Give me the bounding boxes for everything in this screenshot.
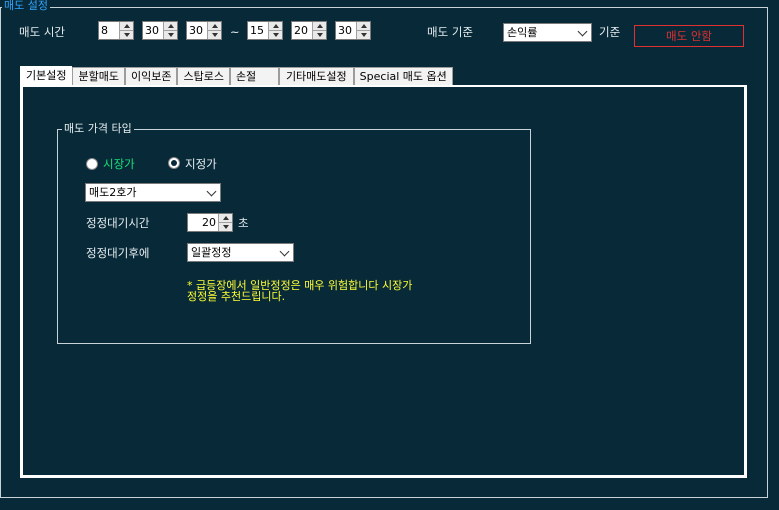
start-minute-spinner[interactable]: 30	[142, 21, 178, 40]
limit-price-label[interactable]: 지정가	[185, 157, 217, 171]
sell-criteria-select[interactable]: 손익률	[503, 23, 592, 42]
market-price-radio[interactable]	[86, 158, 98, 170]
correction-wait-spinner[interactable]: 20	[187, 213, 233, 232]
end-hour-spinner[interactable]: 15	[247, 21, 283, 40]
sell-settings-legend: 매도 설정	[2, 0, 50, 12]
warning-note-line-2: 정정을 추천드립니다.	[187, 290, 286, 303]
start-hour-spinner[interactable]: 8	[98, 21, 134, 40]
tab-special-sell-options[interactable]: Special 매도 옵션	[353, 67, 453, 86]
correction-wait-label: 정정대기시간	[86, 216, 150, 230]
spin-up-icon[interactable]	[208, 22, 221, 31]
start-minute-value[interactable]: 30	[143, 22, 163, 39]
spin-down-icon[interactable]	[313, 31, 326, 39]
settings-tabs: 기본설정 분할매도 이익보존 스탑로스 손절 기타매도설정 Special 매도…	[20, 66, 453, 86]
tab-profit-preserve[interactable]: 이익보존	[124, 67, 178, 86]
end-minute-value[interactable]: 20	[292, 22, 312, 39]
spin-down-icon[interactable]	[357, 31, 370, 39]
start-second-value[interactable]: 30	[187, 22, 207, 39]
start-hour-value[interactable]: 8	[99, 22, 119, 39]
spin-down-icon[interactable]	[269, 31, 282, 39]
end-minute-spinner[interactable]: 20	[291, 21, 327, 40]
tab-split-sell[interactable]: 분할매도	[72, 67, 125, 86]
spin-down-icon[interactable]	[219, 223, 232, 231]
limit-price-radio[interactable]	[168, 157, 180, 169]
end-hour-value[interactable]: 15	[248, 22, 268, 39]
sell-criteria-value: 손익률	[507, 26, 538, 39]
tab-other-sell-settings[interactable]: 기타매도설정	[278, 67, 354, 86]
tab-stop-loss[interactable]: 스탑로스	[177, 67, 230, 86]
after-wait-value: 일괄정정	[191, 246, 232, 259]
spin-up-icon[interactable]	[269, 22, 282, 31]
sell-criteria-label: 매도 기준	[427, 25, 473, 39]
price-level-select[interactable]: 매도2호가	[85, 183, 221, 202]
chevron-down-icon[interactable]	[206, 186, 217, 197]
spin-down-icon[interactable]	[208, 31, 221, 39]
end-second-value[interactable]: 30	[336, 22, 356, 39]
after-wait-select[interactable]: 일괄정정	[187, 243, 294, 262]
chevron-down-icon[interactable]	[577, 26, 588, 37]
chevron-down-icon[interactable]	[279, 246, 290, 257]
price-level-value: 매도2호가	[89, 186, 137, 199]
spin-up-icon[interactable]	[164, 22, 177, 31]
time-separator: ~	[230, 25, 240, 39]
correction-wait-unit: 초	[238, 216, 249, 230]
tab-cut-loss[interactable]: 손절	[229, 67, 279, 86]
spin-up-icon[interactable]	[120, 22, 133, 31]
start-second-spinner[interactable]: 30	[186, 21, 222, 40]
sell-criteria-suffix: 기준	[599, 25, 621, 39]
market-price-label[interactable]: 시장가	[103, 157, 135, 171]
spin-up-icon[interactable]	[357, 22, 370, 31]
end-second-spinner[interactable]: 30	[335, 21, 371, 40]
after-wait-label: 정정대기후에	[86, 246, 150, 260]
sell-time-label: 매도 시간	[19, 25, 65, 39]
correction-wait-value[interactable]: 20	[188, 214, 218, 231]
tab-basic[interactable]: 기본설정	[20, 66, 73, 86]
price-type-legend: 매도 가격 타입	[62, 122, 134, 135]
spin-up-icon[interactable]	[219, 214, 232, 223]
spin-down-icon[interactable]	[120, 31, 133, 39]
spin-down-icon[interactable]	[164, 31, 177, 39]
spin-up-icon[interactable]	[313, 22, 326, 31]
sell-settings-window: 매도 설정 매도 시간 8 30 30 ~ 15 20 30 매도 기준 손익률…	[0, 0, 779, 510]
sell-disable-button[interactable]: 매도 안함	[634, 25, 744, 47]
